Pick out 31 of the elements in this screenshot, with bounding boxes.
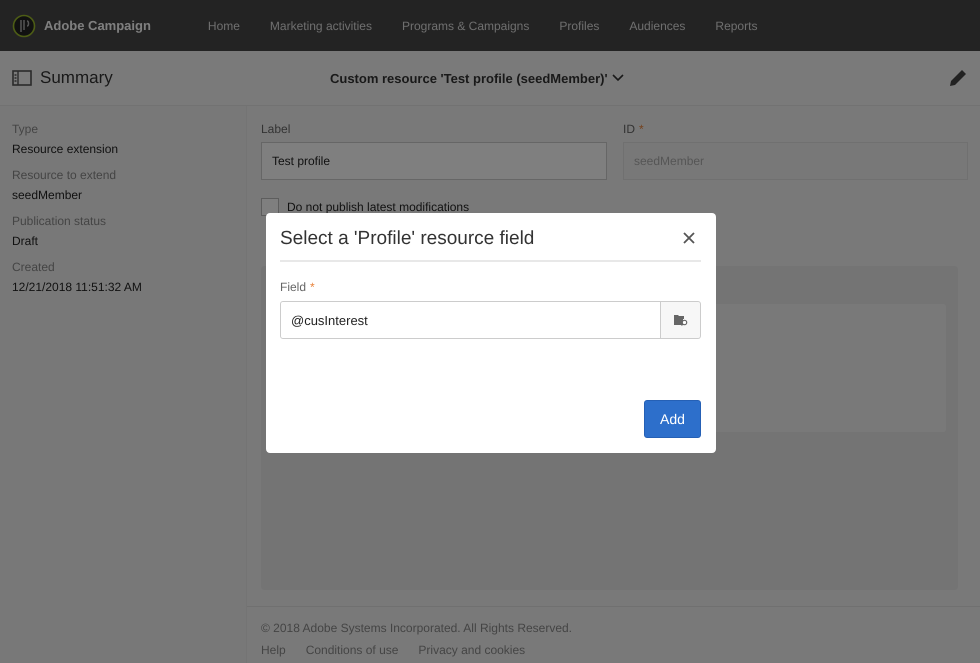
nav-link[interactable]: Reports <box>700 18 772 32</box>
label-input[interactable]: Test profile <box>261 142 607 180</box>
field-input[interactable]: @cusInterest <box>280 301 661 339</box>
close-icon[interactable] <box>683 232 695 244</box>
summary-title: Summary <box>40 68 114 88</box>
chevron-down-icon[interactable] <box>612 74 624 82</box>
folder-search-icon[interactable] <box>674 314 688 326</box>
summary-value: Draft <box>12 234 40 248</box>
nav-link[interactable]: Programs & Campaigns <box>386 18 544 32</box>
checkbox-label: Do not publish latest modifications <box>287 200 470 214</box>
required-asterisk: * <box>310 280 315 294</box>
checkbox[interactable] <box>261 198 279 216</box>
resource-title[interactable]: Custom resource 'Test profile (seedMember)' <box>330 70 608 86</box>
required-asterisk: * <box>639 122 644 136</box>
nav-link[interactable]: Marketing activities <box>254 18 387 32</box>
summary-value: Resource extension <box>12 142 120 156</box>
field-label: Field * <box>280 280 316 294</box>
dialog-title: Select a 'Profile' resource field <box>280 228 534 250</box>
sidebar-icon[interactable] <box>12 70 32 86</box>
pencil-icon[interactable] <box>948 68 968 88</box>
field-label: ID * <box>623 122 645 136</box>
app-name: Adobe Campaign <box>44 18 151 33</box>
add-button[interactable]: Add <box>644 400 701 438</box>
logo-icon <box>12 14 36 38</box>
browse-button[interactable] <box>661 301 701 339</box>
summary-value: 12/21/2018 11:51:32 AM <box>12 280 143 294</box>
nav-link[interactable]: Audiences <box>614 18 700 32</box>
nav-link[interactable]: Home <box>192 18 255 32</box>
nav-link[interactable]: Profiles <box>544 18 614 32</box>
summary-value: seedMember <box>12 188 84 202</box>
field-label: Label <box>261 122 292 136</box>
